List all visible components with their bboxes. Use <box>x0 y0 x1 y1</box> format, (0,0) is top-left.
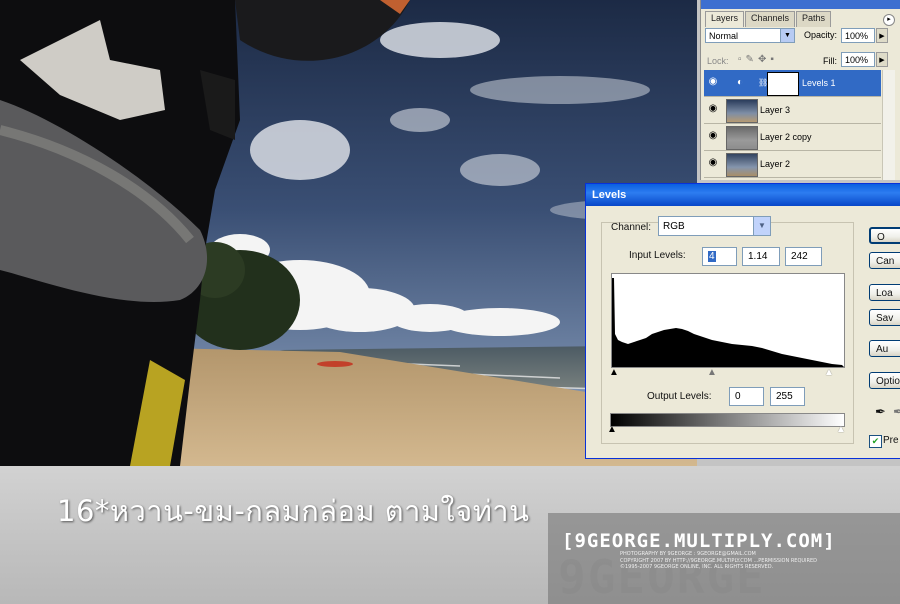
layer-row-layer-3[interactable]: ◉ Layer 3 <box>704 97 881 124</box>
layers-palette-titlebar[interactable] <box>701 0 900 9</box>
dialog-title: Levels <box>592 189 627 201</box>
output-white-field[interactable]: 255 <box>770 387 805 406</box>
layer-row-layer-2-copy[interactable]: ◉ Layer 2 copy <box>704 124 881 151</box>
load-button[interactable]: Loa <box>869 284 900 301</box>
eye-icon[interactable]: ◉ <box>707 76 719 88</box>
layer-thumbnail <box>726 153 758 177</box>
layer-thumbnail <box>726 126 758 150</box>
chevron-down-icon[interactable]: ▼ <box>753 217 770 235</box>
input-white-slider[interactable]: ▲ <box>824 367 834 378</box>
output-gradient <box>610 413 845 427</box>
tab-layers[interactable]: Layers <box>705 11 745 27</box>
watermark-title: [9GEORGE.MULTIPLY.COM] <box>562 530 836 552</box>
layer-name: Layer 3 <box>760 105 791 115</box>
blend-mode-value: Normal <box>709 31 739 41</box>
lock-label: Lock: <box>707 56 729 66</box>
layer-row-layer-2[interactable]: ◉ Layer 2 <box>704 151 881 178</box>
layer-name: Levels 1 <box>802 78 836 88</box>
layer-row-levels-1[interactable]: ◉ ◐ ⛓ Levels 1 <box>704 70 881 97</box>
eyedropper-icon[interactable]: ✒ <box>875 404 886 420</box>
output-black-slider[interactable]: ▲ <box>607 424 617 435</box>
levels-title-bar[interactable]: Levels <box>586 184 900 206</box>
lock-all-icon[interactable]: ▪ <box>770 54 778 65</box>
opacity-field[interactable]: 100% <box>841 28 875 43</box>
input-gamma-field[interactable]: 1.14 <box>742 247 780 266</box>
cancel-button[interactable]: Can <box>869 252 900 269</box>
chevron-down-icon[interactable]: ▼ <box>780 29 794 42</box>
lock-transparency-icon[interactable]: ▫ <box>738 54 746 65</box>
eye-icon[interactable]: ◉ <box>707 103 719 115</box>
histogram <box>611 273 845 368</box>
blend-mode-select[interactable]: Normal ▼ <box>705 28 795 43</box>
layers-scrollbar[interactable] <box>882 70 895 180</box>
histogram-graph <box>612 278 844 367</box>
output-white-slider[interactable]: ▲ <box>836 424 846 435</box>
layer-mask-thumbnail[interactable] <box>767 72 799 96</box>
preview-label: Pre <box>883 435 899 446</box>
input-black-field[interactable]: 4 <box>702 247 737 266</box>
watermark-line-1: PHOTOGRAPHY BY 9GEORGE : 9GEORGE@GMAIL.C… <box>620 551 756 557</box>
channel-select[interactable]: RGB ▼ <box>658 216 771 236</box>
input-black-slider[interactable]: ▲ <box>609 367 619 378</box>
input-white-field[interactable]: 242 <box>785 247 822 266</box>
caption-text: 16*หวาน-ขม-กลมกล่อม ตามใจท่าน <box>57 494 530 528</box>
channel-label: Channel: <box>611 222 652 233</box>
output-black-field[interactable]: 0 <box>729 387 764 406</box>
layers-palette: Layers Channels Paths ▸ Normal ▼ Opacity… <box>700 0 900 180</box>
layers-palette-tabs: Layers Channels Paths <box>705 11 832 27</box>
fill-slider-button[interactable]: ▶ <box>876 52 888 67</box>
eye-icon[interactable]: ◉ <box>707 130 719 142</box>
auto-button[interactable]: Au <box>869 340 900 357</box>
layer-name: Layer 2 <box>760 159 791 169</box>
lock-icons[interactable]: ▫✎✥▪ <box>738 54 778 65</box>
input-levels-label: Input Levels: <box>629 250 686 261</box>
watermark-line-3: ©1995-2007 9GEORGE ONLINE, INC. ALL RIGH… <box>620 564 774 570</box>
eye-icon[interactable]: ◉ <box>707 157 719 169</box>
ok-button[interactable]: O <box>869 227 900 244</box>
tab-paths[interactable]: Paths <box>796 11 832 27</box>
input-gamma-slider[interactable]: ▲ <box>707 367 717 378</box>
output-levels-label: Output Levels: <box>647 391 712 402</box>
options-button[interactable]: Optio <box>869 372 900 389</box>
input-black-value: 4 <box>708 251 716 262</box>
tab-channels[interactable]: Channels <box>745 11 796 27</box>
levels-dialog: Levels Channel: RGB ▼ Input Levels: 4 1.… <box>585 183 900 459</box>
opacity-slider-button[interactable]: ▶ <box>876 28 888 43</box>
adjustment-layer-icon: ◐ <box>737 77 744 88</box>
layer-name: Layer 2 copy <box>760 132 812 142</box>
lock-brush-icon[interactable]: ✎ <box>746 54 758 65</box>
eyedropper-gray-icon[interactable]: ✒ <box>893 404 900 420</box>
fill-field[interactable]: 100% <box>841 52 875 67</box>
layer-thumbnail <box>726 99 758 123</box>
opacity-label: Opacity: <box>804 30 838 40</box>
fill-label: Fill: <box>823 56 837 66</box>
save-button[interactable]: Sav <box>869 309 900 326</box>
preview-checkbox[interactable]: ✔ <box>869 435 882 448</box>
lock-move-icon[interactable]: ✥ <box>758 54 770 65</box>
channel-value: RGB <box>663 221 685 232</box>
palette-menu-icon[interactable]: ▸ <box>883 14 895 26</box>
